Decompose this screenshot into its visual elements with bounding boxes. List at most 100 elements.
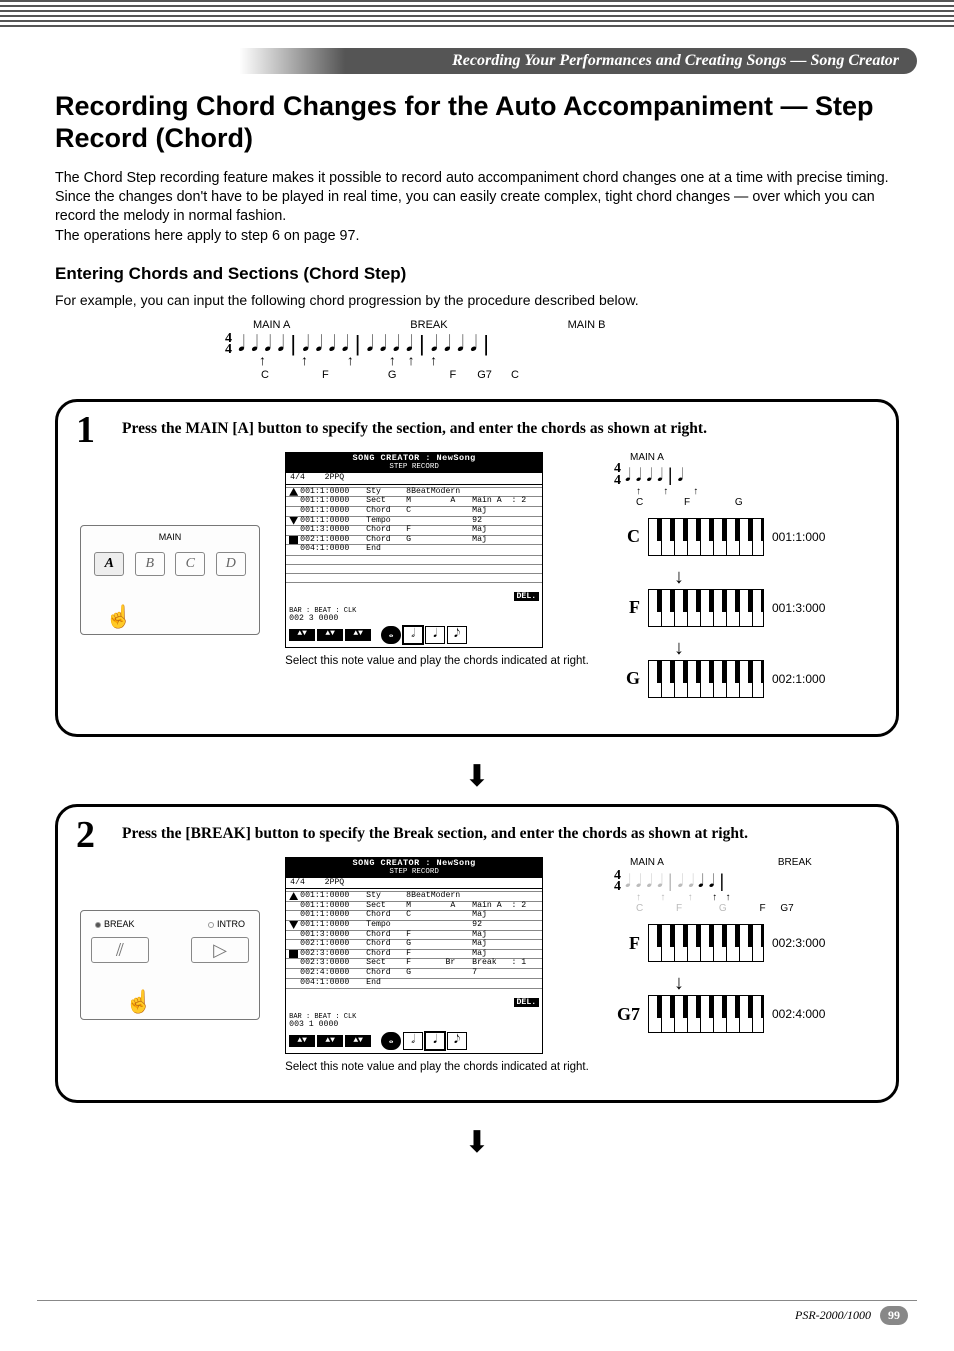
step-instruction: Press the [BREAK] button to specify the … <box>122 825 874 843</box>
del-button[interactable]: DEL. <box>514 998 540 1007</box>
note-icon: 𝅘𝅥 𝅘𝅥 | <box>698 872 724 890</box>
section-header: Recording Your Performances and Creating… <box>37 48 917 74</box>
breadcrumb: Recording Your Performances and Creating… <box>452 52 899 70</box>
spin-control[interactable]: ▲▼ <box>317 629 343 641</box>
keyboard-icon <box>648 995 764 1033</box>
hand-pointer-icon: ☝ <box>105 604 132 630</box>
lcd-caption: Select this note value and play the chor… <box>285 654 589 668</box>
note-icon: 𝅘𝅥 𝅘𝅥 𝅘𝅥 𝅘𝅥 | 𝅘𝅥 𝅘𝅥 <box>625 872 694 890</box>
event-row: 001:3:0000ChordFMaj <box>286 930 542 940</box>
mini-notation: MAIN A 44 𝅘𝅥 𝅘𝅥 𝅘𝅥 𝅘𝅥 | 𝅘𝅥 ↑ ↑ ↑ C F G <box>614 452 874 507</box>
chord-labels: C F G F G7 C <box>261 370 899 381</box>
flow-arrow-icon: ⬇ <box>55 759 899 794</box>
led-icon <box>208 922 214 928</box>
chord-entry: F 001:3:000 <box>614 589 874 627</box>
lcd-caption: Select this note value and play the chor… <box>285 1060 589 1074</box>
break-button[interactable]: ⫽ <box>91 937 149 963</box>
led-icon <box>95 922 101 928</box>
event-row: 002:3:0000ChordFMaj <box>286 949 542 959</box>
chord-entry: G 002:1:000 <box>614 660 874 698</box>
panel-break-intro: BREAK INTRO ⫽ ▷ ☝ <box>80 910 260 1020</box>
step-number: 2 <box>76 813 95 857</box>
event-row: 002:1:0000ChordGMaj <box>286 535 542 545</box>
intro-button[interactable]: ▷ <box>191 937 249 963</box>
main-a-button[interactable]: A <box>94 552 124 576</box>
page-title: Recording Chord Changes for the Auto Acc… <box>55 90 899 155</box>
spin-control[interactable]: ▲▼ <box>289 629 315 641</box>
time-signature: 44 <box>614 870 621 892</box>
mini-notation: MAIN A BREAK 44 𝅘𝅥 𝅘𝅥 𝅘𝅥 𝅘𝅥 | 𝅘𝅥 𝅘𝅥 𝅘𝅥 𝅘… <box>614 857 874 914</box>
time-signature: 44 <box>225 333 232 355</box>
section-label: MAIN A <box>630 452 874 463</box>
footer-rule <box>37 1300 917 1301</box>
event-row: 004:1:0000End <box>286 544 542 554</box>
page-content: Recording Chord Changes for the Auto Acc… <box>55 90 899 1170</box>
spin-control[interactable]: ▲▼ <box>345 629 371 641</box>
note-icon: 𝅘𝅥 𝅘𝅥 𝅘𝅥 𝅘𝅥 | 𝅘𝅥 <box>625 466 683 484</box>
note-value-quarter[interactable]: 𝅘𝅥 <box>425 1032 445 1050</box>
spin-control[interactable]: ▲▼ <box>289 1035 315 1047</box>
main-c-button[interactable]: C <box>175 552 205 576</box>
lcd-column: SONG CREATOR : NewSong STEP RECORD 4/4 2… <box>285 857 589 1074</box>
note-value-half[interactable]: 𝅗𝅥 <box>403 1032 423 1050</box>
section-label: MAIN A <box>253 320 290 331</box>
section-label: MAIN B <box>568 320 606 331</box>
event-row: 001:1:0000ChordCMaj <box>286 506 542 516</box>
spin-control[interactable]: ▲▼ <box>345 1035 371 1047</box>
arrow-icon: ↓ <box>674 637 874 660</box>
bar-beat-clk-value: 002 3 0000 <box>289 615 539 624</box>
chord-entry: G7 002:4:000 <box>614 995 874 1033</box>
arrow-icon: ↑ ↑ ↑ ↑ ↑ ↑ <box>259 352 437 368</box>
event-row: 002:1:0000ChordGMaj <box>286 939 542 949</box>
keyboard-icon <box>648 518 764 556</box>
event-row: 001:1:0000SectM AMain A : 2 <box>286 901 542 911</box>
hand-pointer-icon: ☝ <box>125 989 152 1015</box>
note-value-whole[interactable]: 𝅝 <box>381 626 401 644</box>
section-label: BREAK <box>410 320 447 331</box>
chord-progression-notation: MAIN A BREAK MAIN B 44 𝅘𝅥 𝅘𝅥 𝅘𝅥 𝅘𝅥 | 𝅘𝅥 … <box>225 320 899 381</box>
del-button[interactable]: DEL. <box>514 592 540 601</box>
event-row: 001:1:0000ChordCMaj <box>286 910 542 920</box>
keyboard-icon <box>648 589 764 627</box>
step-1-box: 1 Press the MAIN [A] button to specify t… <box>55 399 899 736</box>
event-row: 001:1:0000Tempo92 <box>286 516 542 526</box>
model-label: PSR-2000/1000 <box>795 1308 871 1322</box>
step-instruction: Press the MAIN [A] button to specify the… <box>122 420 874 438</box>
event-row: 001:1:0000Tempo92 <box>286 920 542 930</box>
lcd-screen: SONG CREATOR : NewSong STEP RECORD 4/4 2… <box>285 452 543 647</box>
subsection-title: Entering Chords and Sections (Chord Step… <box>55 264 899 284</box>
note-value-eighth[interactable]: 𝅘𝅥𝅮 <box>447 626 467 644</box>
event-row: 004:1:0000End <box>286 978 542 988</box>
chord-entry-column: MAIN A 44 𝅘𝅥 𝅘𝅥 𝅘𝅥 𝅘𝅥 | 𝅘𝅥 ↑ ↑ ↑ C F G <box>614 452 874 707</box>
chord-entry: C 001:1:000 <box>614 518 874 556</box>
flow-arrow-icon: ⬇ <box>55 1125 899 1160</box>
event-row: 001:1:0000Sty8BeatModern <box>286 891 542 901</box>
lcd-title: SONG CREATOR : NewSong <box>286 858 542 869</box>
step-2-box: 2 Press the [BREAK] button to specify th… <box>55 804 899 1103</box>
lcd-column: SONG CREATOR : NewSong STEP RECORD 4/4 2… <box>285 452 589 668</box>
arrow-icon: ↓ <box>674 566 874 589</box>
time-signature: 44 <box>614 463 621 485</box>
note-value-eighth[interactable]: 𝅘𝅥𝅮 <box>447 1032 467 1050</box>
note-value-whole[interactable]: 𝅝 <box>381 1032 401 1050</box>
event-row: 001:1:0000Sty8BeatModern <box>286 487 542 497</box>
event-row: 001:1:0000SectM AMain A : 2 <box>286 496 542 506</box>
event-row: 002:4:0000ChordG7 <box>286 968 542 978</box>
lcd-screen: SONG CREATOR : NewSong STEP RECORD 4/4 2… <box>285 857 543 1054</box>
footer: PSR-2000/1000 99 <box>795 1306 908 1325</box>
panel-legend: MAIN <box>159 532 182 542</box>
keyboard-icon <box>648 924 764 962</box>
event-row: 002:3:0000SectF BrBreak : 1 <box>286 958 542 968</box>
main-b-button[interactable]: B <box>135 552 165 576</box>
intro-paragraph: The Chord Step recording feature makes i… <box>55 169 899 246</box>
example-line: For example, you can input the following… <box>55 292 899 308</box>
step-number: 1 <box>76 408 95 452</box>
lcd-subtitle: STEP RECORD <box>286 869 542 878</box>
main-d-button[interactable]: D <box>216 552 246 576</box>
page-number: 99 <box>880 1306 908 1325</box>
note-value-half[interactable]: 𝅗𝅥 <box>403 626 423 644</box>
note-value-quarter[interactable]: 𝅘𝅥 <box>425 626 445 644</box>
spin-control[interactable]: ▲▼ <box>317 1035 343 1047</box>
top-hatching <box>0 0 954 30</box>
keyboard-icon <box>648 660 764 698</box>
